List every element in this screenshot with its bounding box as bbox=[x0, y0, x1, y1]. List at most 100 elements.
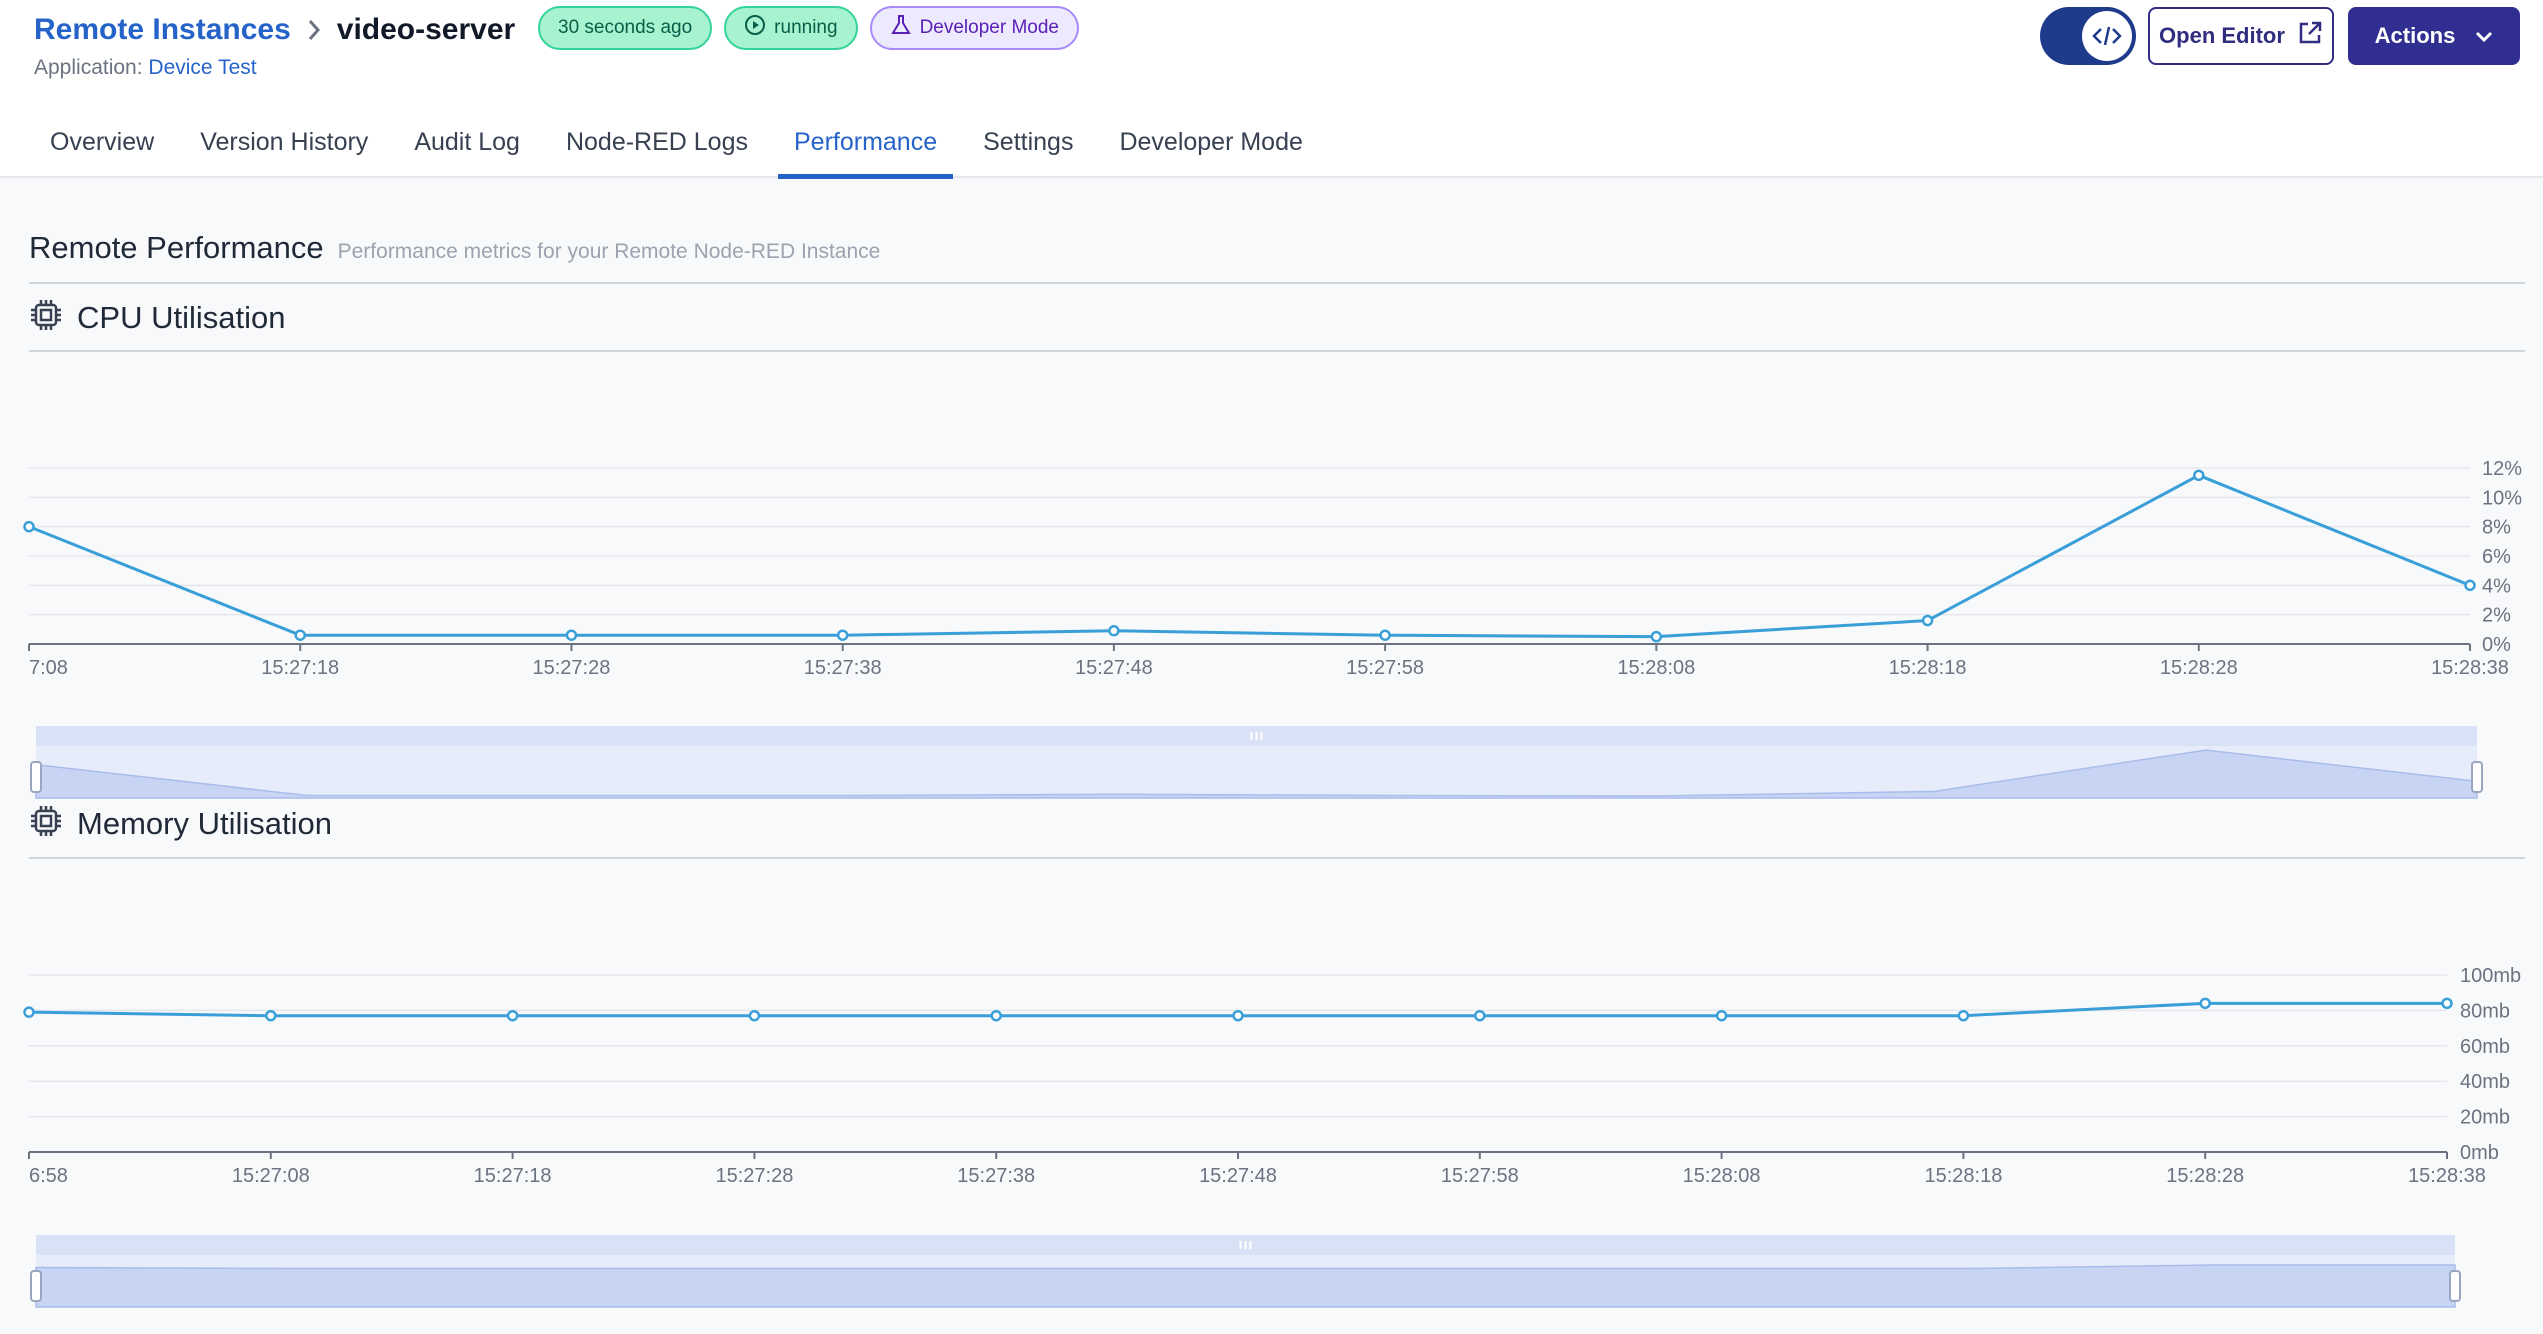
data-point[interactable] bbox=[836, 629, 849, 641]
actions-button[interactable]: Actions bbox=[2348, 7, 2520, 65]
application-label: Application: bbox=[34, 56, 143, 79]
external-link-icon bbox=[2297, 20, 2323, 52]
tab-settings[interactable]: Settings bbox=[967, 118, 1089, 178]
x-tick-label: 15:28:18 bbox=[1924, 1165, 2002, 1187]
data-point[interactable] bbox=[2441, 997, 2453, 1010]
cpu-chip-icon bbox=[29, 298, 63, 337]
zoom-preview-area bbox=[35, 1264, 2456, 1308]
data-point[interactable] bbox=[748, 1009, 761, 1022]
x-tick-label: 15:28:38 bbox=[2408, 1165, 2486, 1187]
chevron-down-icon bbox=[2475, 23, 2493, 49]
developer-mode-text: Developer Mode bbox=[919, 17, 1059, 38]
tab-overview[interactable]: Overview bbox=[34, 118, 170, 178]
data-point[interactable] bbox=[2199, 997, 2211, 1010]
data-point[interactable] bbox=[265, 1009, 277, 1022]
y-tick-label: 6% bbox=[2482, 546, 2511, 568]
code-icon bbox=[2082, 11, 2132, 61]
chevron-right-icon bbox=[303, 19, 325, 41]
cpu-utilisation-chart: 0% 2% 4% 6% 8% 10% 12% 7:08 15:27:18 15:27:28 15:2… bbox=[23, 458, 2522, 799]
x-tick-label: 15:27:48 bbox=[1075, 657, 1153, 679]
data-point[interactable] bbox=[23, 520, 35, 533]
x-tick-label: 15:28:38 bbox=[2431, 657, 2509, 679]
data-point[interactable] bbox=[1232, 1009, 1244, 1022]
flask-icon bbox=[890, 14, 912, 42]
y-tick-label: 60mb bbox=[2460, 1036, 2510, 1058]
x-tick-label: 15:28:28 bbox=[2166, 1165, 2244, 1187]
memory-utilisation-chart: 0mb 20mb 40mb 60mb 80mb 100mb 6:58 15:27:08 15:2… bbox=[23, 965, 2521, 1308]
last-seen-text: 30 seconds ago bbox=[558, 17, 693, 38]
x-tick-label: 15:27:18 bbox=[474, 1165, 552, 1187]
data-point[interactable] bbox=[1650, 630, 1663, 643]
data-point[interactable] bbox=[990, 1009, 1002, 1022]
x-tick-label: 15:27:48 bbox=[1199, 1165, 1277, 1187]
zoom-handle-right[interactable] bbox=[2449, 1270, 2461, 1302]
x-tick-label: 15:27:18 bbox=[261, 657, 339, 679]
x-tick-label: 15:27:38 bbox=[957, 1165, 1035, 1187]
memory-chart-title: Memory Utilisation bbox=[77, 805, 332, 841]
last-seen-badge: 30 seconds ago bbox=[538, 6, 713, 50]
data-point[interactable] bbox=[1474, 1009, 1486, 1022]
memory-chart-divider bbox=[29, 857, 2525, 859]
y-tick-label: 0% bbox=[2482, 634, 2511, 656]
cpu-chart-title: CPU Utilisation bbox=[77, 299, 286, 335]
breadcrumb-parent-link[interactable]: Remote Instances bbox=[34, 13, 291, 47]
x-tick-label: 15:27:58 bbox=[1441, 1165, 1519, 1187]
x-tick-label: 15:27:58 bbox=[1346, 657, 1424, 679]
data-point[interactable] bbox=[2464, 579, 2476, 592]
status-badge: running bbox=[724, 6, 858, 50]
x-tick-label: 15:27:38 bbox=[804, 657, 882, 679]
status-badges: 30 seconds ago running Developer Mode bbox=[538, 6, 1079, 50]
section-title: Remote Performance bbox=[29, 230, 324, 265]
data-point[interactable] bbox=[1715, 1009, 1728, 1022]
developer-mode-toggle[interactable] bbox=[2040, 7, 2136, 65]
y-tick-label: 2% bbox=[2482, 605, 2511, 627]
data-point[interactable] bbox=[23, 1006, 35, 1018]
data-point[interactable] bbox=[1379, 629, 1391, 641]
status-text: running bbox=[774, 17, 838, 38]
tab-performance[interactable]: Performance bbox=[777, 118, 954, 179]
data-point[interactable] bbox=[294, 629, 306, 641]
open-editor-button[interactable]: Open Editor bbox=[2148, 7, 2334, 65]
play-circle-icon bbox=[744, 14, 766, 42]
x-tick-label: 15:27:28 bbox=[533, 657, 611, 679]
data-point[interactable] bbox=[1921, 614, 1934, 627]
cpu-chip-icon bbox=[29, 804, 63, 843]
tab-developer-mode[interactable]: Developer Mode bbox=[1103, 118, 1318, 178]
tab-audit-log[interactable]: Audit Log bbox=[398, 118, 536, 178]
data-point[interactable] bbox=[565, 629, 578, 641]
data-point[interactable] bbox=[2193, 469, 2205, 482]
cpu-chart-divider bbox=[29, 350, 2525, 352]
y-tick-label: 80mb bbox=[2460, 1000, 2510, 1022]
tab-bar: Overview Version History Audit Log Node-… bbox=[34, 118, 1333, 179]
tab-version-history[interactable]: Version History bbox=[184, 118, 384, 178]
y-tick-label: 100mb bbox=[2460, 965, 2521, 987]
data-point[interactable] bbox=[1957, 1009, 1970, 1022]
zoom-handle-left[interactable] bbox=[30, 1270, 42, 1302]
y-tick-label: 20mb bbox=[2460, 1107, 2510, 1129]
x-tick-label: 15:28:18 bbox=[1889, 657, 1967, 679]
zoom-handle-right[interactable] bbox=[2471, 761, 2483, 793]
x-tick-label: 15:27:28 bbox=[715, 1165, 793, 1187]
x-tick-label: 15:28:08 bbox=[1617, 657, 1695, 679]
page-header: Remote Instances video-server 30 seconds… bbox=[0, 0, 2543, 179]
y-tick-label: 0mb bbox=[2460, 1142, 2499, 1164]
zoom-handle-left[interactable] bbox=[30, 761, 42, 793]
data-point[interactable] bbox=[1108, 625, 1120, 637]
application-link[interactable]: Device Test bbox=[148, 56, 256, 79]
x-tick-label: 15:28:28 bbox=[2160, 657, 2238, 679]
y-tick-label: 4% bbox=[2482, 575, 2511, 597]
open-editor-label: Open Editor bbox=[2159, 23, 2285, 48]
y-tick-label: 8% bbox=[2482, 517, 2511, 539]
data-point[interactable] bbox=[506, 1009, 519, 1022]
y-tick-label: 40mb bbox=[2460, 1071, 2510, 1093]
x-tick-label: 15:28:08 bbox=[1683, 1165, 1761, 1187]
tab-node-red-logs[interactable]: Node-RED Logs bbox=[550, 118, 764, 178]
x-tick-label: 7:08 bbox=[29, 657, 68, 679]
y-tick-label: 12% bbox=[2482, 458, 2522, 480]
developer-mode-badge: Developer Mode bbox=[869, 6, 1079, 50]
section-divider bbox=[29, 282, 2525, 284]
breadcrumb: Remote Instances video-server bbox=[34, 10, 515, 50]
x-tick-label: 15:27:08 bbox=[232, 1165, 310, 1187]
actions-label: Actions bbox=[2374, 23, 2456, 48]
application-line: Application: Device Test bbox=[34, 56, 257, 80]
